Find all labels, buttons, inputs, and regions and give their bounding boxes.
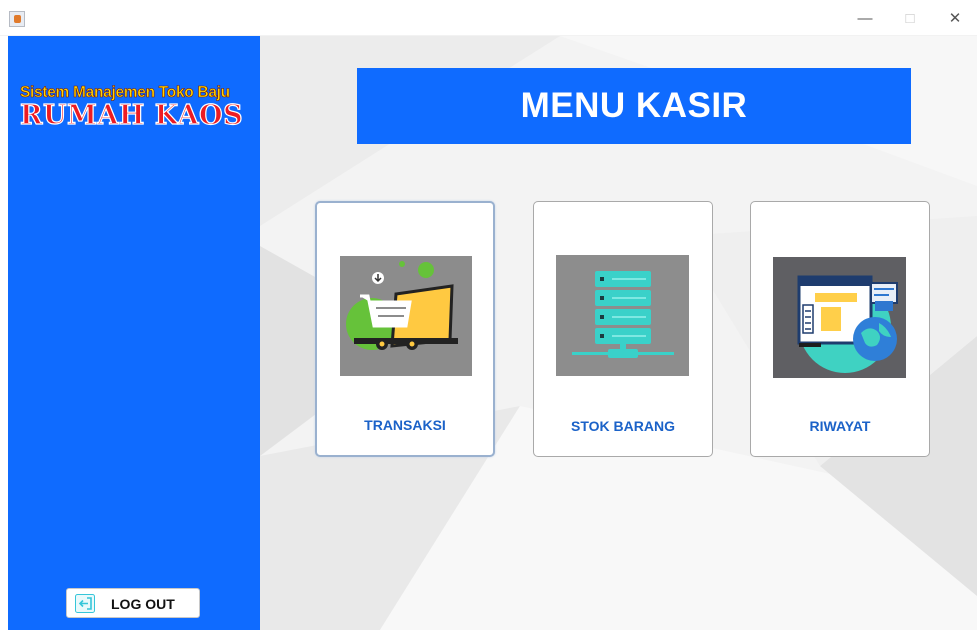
close-button[interactable]: ✕ [940, 8, 970, 30]
card-label-riwayat: RIWAYAT [809, 418, 871, 434]
window-titlebar: — □ ✕ [0, 0, 977, 36]
page-title: MENU KASIR [520, 86, 748, 125]
logout-label: LOG OUT [111, 596, 175, 612]
minimize-button[interactable]: — [850, 8, 880, 30]
logout-button[interactable]: LOG OUT [66, 588, 200, 618]
server-stack-icon [556, 255, 689, 376]
card-label-stok-barang: STOK BARANG [571, 418, 675, 434]
shopping-cart-laptop-icon [340, 256, 472, 376]
java-icon [9, 11, 25, 27]
header-banner: MENU KASIR [357, 68, 911, 144]
main-panel: MENU KASIR TRANSAKSI STOK BARANG RIWAYAT [260, 36, 977, 630]
transaksi-card[interactable]: TRANSAKSI [315, 201, 495, 457]
browser-globe-icon [773, 257, 906, 378]
riwayat-card[interactable]: RIWAYAT [750, 201, 930, 457]
sidebar: Sistem Manajemen Toko Baju RUMAH KAOS LO… [8, 36, 260, 630]
maximize-button[interactable]: □ [895, 8, 925, 30]
card-label-transaksi: TRANSAKSI [364, 417, 446, 433]
logout-icon [75, 594, 95, 613]
brand-title: RUMAH KAOS [19, 99, 244, 131]
stok-barang-card[interactable]: STOK BARANG [533, 201, 713, 457]
